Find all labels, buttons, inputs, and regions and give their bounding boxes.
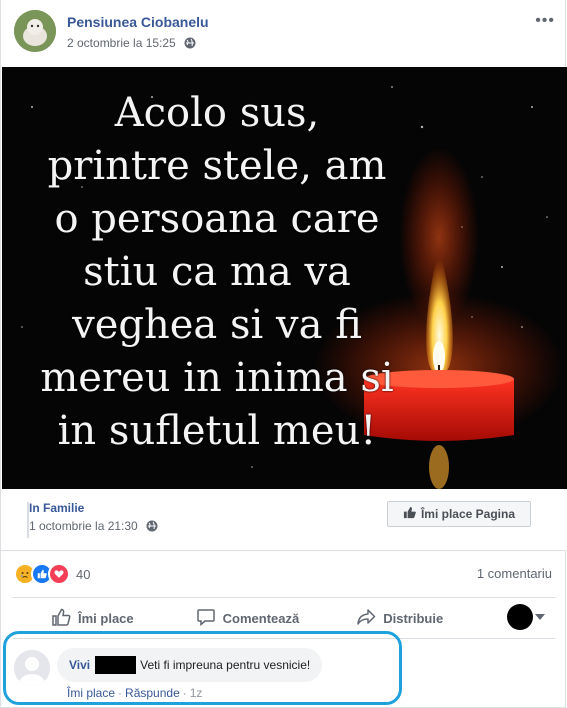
- source-time-text[interactable]: 1 octombrie la 21:30: [29, 519, 138, 533]
- redacted-name: [95, 656, 137, 674]
- commenter-avatar[interactable]: [14, 650, 50, 686]
- globe-icon: [184, 37, 196, 52]
- separator-dot: ·: [118, 686, 123, 700]
- post-actions-bar: Îmi place Comentează Distribuie: [13, 597, 555, 639]
- quote-line: mereu in inima si: [40, 355, 394, 401]
- share-arrow-icon: [356, 607, 376, 630]
- source-page-name[interactable]: In Familie: [29, 501, 84, 515]
- shared-source-bar: In Familie 1 octombrie la 21:30 Îmi plac…: [1, 490, 566, 551]
- like-button[interactable]: Îmi place: [51, 607, 134, 630]
- thumbs-up-icon: [403, 506, 416, 522]
- source-timestamp[interactable]: 1 octombrie la 21:30: [29, 519, 158, 535]
- comment-button[interactable]: Comentează: [196, 607, 300, 630]
- share-label: Distribuie: [383, 610, 444, 626]
- quote-line: o persoana care: [54, 196, 380, 242]
- reaction-summary[interactable]: 40: [14, 563, 90, 585]
- post-card: Pensiunea Ciobanelu 2 octombrie la 15:25…: [0, 0, 567, 708]
- comment-icon: [196, 607, 216, 630]
- actor-selector-avatar[interactable]: [507, 604, 533, 630]
- quote-line: in sufletul meu!: [57, 408, 377, 454]
- more-options-icon[interactable]: •••: [535, 12, 555, 30]
- comment-text: Veti fi impreuna pentru vesnicie!: [140, 658, 311, 672]
- page-name[interactable]: Pensiunea Ciobanelu: [67, 14, 209, 30]
- comment-reply-link[interactable]: Răspunde: [125, 686, 180, 700]
- quote-line: Acolo sus,: [114, 90, 320, 136]
- quote-text: Acolo sus, printre stele, am o persoana …: [2, 87, 432, 458]
- page-avatar[interactable]: [14, 10, 56, 52]
- post-image[interactable]: Acolo sus, printre stele, am o persoana …: [2, 67, 567, 489]
- globe-icon: [146, 520, 158, 535]
- quote-line: veghea si va fi: [72, 302, 362, 348]
- chevron-down-icon[interactable]: [535, 614, 545, 620]
- comment-bubble: Vivi Veti fi impreuna pentru vesnicie!: [57, 648, 323, 682]
- comment-age[interactable]: 1z: [190, 686, 203, 700]
- love-reaction-icon: [48, 563, 70, 585]
- share-button[interactable]: Distribuie: [356, 607, 443, 630]
- quote-line: stiu ca ma va: [83, 249, 351, 295]
- post-time-text[interactable]: 2 octombrie la 15:25: [67, 36, 176, 50]
- comment-like-link[interactable]: Îmi place: [67, 686, 115, 700]
- thumbs-up-icon: [51, 607, 71, 630]
- comment-author[interactable]: Vivi: [69, 658, 90, 672]
- post-timestamp[interactable]: 2 octombrie la 15:25: [67, 36, 196, 52]
- quote-line: printre stele, am: [47, 143, 387, 189]
- comment-actions: Îmi place · Răspunde · 1z: [67, 686, 202, 700]
- like-page-button[interactable]: Îmi place Pagina: [387, 501, 531, 527]
- reaction-count[interactable]: 40: [76, 567, 90, 582]
- comments-count[interactable]: 1 comentariu: [477, 566, 552, 581]
- like-label: Îmi place: [78, 610, 134, 626]
- like-page-label: Îmi place Pagina: [420, 507, 516, 521]
- comment-label: Comentează: [222, 610, 300, 626]
- separator-dot: ·: [182, 686, 187, 700]
